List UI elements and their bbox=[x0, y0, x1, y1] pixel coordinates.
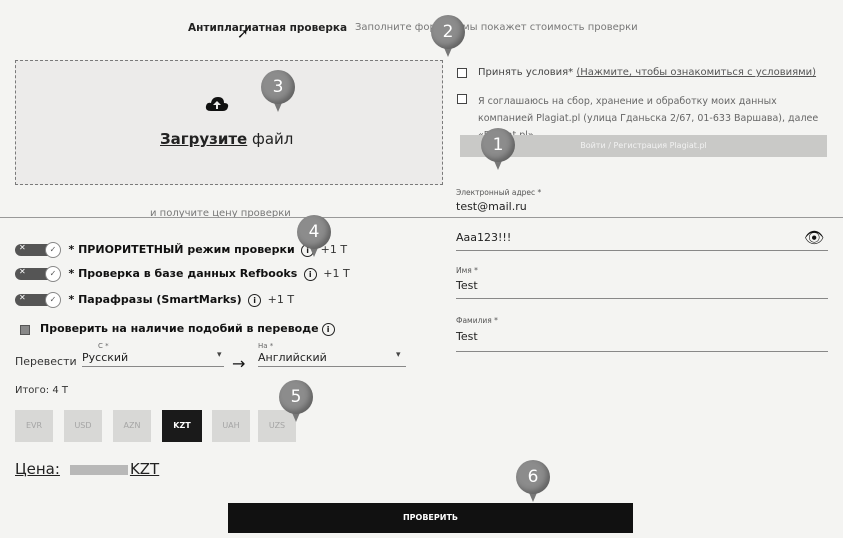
upload-link[interactable]: Загрузите bbox=[160, 130, 247, 148]
consent-checkbox[interactable] bbox=[457, 94, 467, 104]
info-icon[interactable]: i bbox=[321, 322, 335, 336]
login-register-button[interactable]: Войти / Регистрация Plagiat.pl bbox=[460, 135, 827, 157]
last-name-label: Фамилия * bbox=[456, 316, 498, 325]
chevron-down-icon: ▾ bbox=[217, 350, 222, 360]
from-underline bbox=[82, 366, 224, 367]
first-name-label: Имя * bbox=[456, 266, 478, 275]
marker-pin-5: 5 bbox=[279, 380, 313, 424]
translate-label: Перевести bbox=[15, 355, 77, 368]
marker-pin-2: 2 bbox=[431, 15, 465, 59]
translation-checkbox[interactable] bbox=[20, 325, 30, 335]
price-display: Цена: KZT bbox=[15, 460, 159, 478]
page-title: Антиплагиатная проверка bbox=[188, 22, 348, 34]
refbooks-option: ✕ ✓ * Проверка в базе данных Refbooks i +… bbox=[15, 266, 350, 282]
check-icon: ✓ bbox=[45, 266, 61, 282]
paraphrase-option: ✕ ✓ * Парафразы (SmartMarks) i +1 Т bbox=[15, 292, 294, 308]
currency-evr-button[interactable]: EVR bbox=[15, 410, 53, 442]
to-language-select[interactable]: Английский bbox=[258, 351, 327, 364]
currency-usd-button[interactable]: USD bbox=[64, 410, 102, 442]
terms-link[interactable]: (Нажмите, чтобы ознакомиться с условиями… bbox=[576, 67, 816, 78]
marker-pin-4: 4 bbox=[297, 215, 331, 259]
from-label: С * bbox=[98, 342, 109, 350]
refbooks-label: * Проверка в базе данных Refbooks bbox=[68, 267, 298, 280]
page-subtitle: Заполните форму и мы покажет стоимость п… bbox=[355, 22, 638, 33]
toggle-off-icon: ✕ bbox=[19, 267, 26, 276]
check-button[interactable]: ПРОВЕРИТЬ bbox=[228, 503, 633, 533]
currency-kzt-button[interactable]: KZT bbox=[162, 410, 202, 442]
to-label: На * bbox=[258, 342, 274, 350]
email-field[interactable]: test@mail.ru bbox=[456, 200, 527, 213]
marker-pin-1: 1 bbox=[481, 128, 515, 172]
email-label: Электронный адрес * bbox=[456, 188, 542, 197]
upload-label[interactable]: Загрузите файл bbox=[160, 130, 293, 148]
eye-icon[interactable]: 👁 bbox=[804, 228, 824, 247]
from-language-select[interactable]: Русский bbox=[82, 351, 128, 364]
accept-terms-label: Принять условия* (Нажмите, чтобы ознаком… bbox=[478, 67, 816, 78]
check-icon: ✓ bbox=[45, 292, 61, 308]
upload-dropzone[interactable] bbox=[15, 60, 443, 185]
price-label: Цена: bbox=[15, 460, 60, 478]
info-icon[interactable]: i bbox=[248, 293, 262, 307]
section-divider bbox=[0, 217, 843, 218]
password-underline bbox=[456, 250, 828, 251]
price-value-redacted bbox=[69, 464, 128, 475]
paraphrase-price: +1 Т bbox=[267, 293, 295, 306]
password-field[interactable]: Aaa123!!! bbox=[456, 231, 511, 244]
to-underline bbox=[258, 366, 406, 367]
currency-azn-button[interactable]: AZN bbox=[113, 410, 151, 442]
refbooks-toggle[interactable]: ✕ ✓ bbox=[15, 266, 65, 282]
upload-text: файл bbox=[247, 130, 294, 148]
check-icon: ✓ bbox=[45, 242, 61, 258]
first-name-underline bbox=[456, 298, 828, 299]
last-name-field[interactable]: Test bbox=[456, 330, 478, 343]
priority-label: * ПРИОРИТЕТНЫЙ режим проверки bbox=[68, 243, 295, 256]
paraphrase-label: * Парафразы (SmartMarks) bbox=[68, 293, 242, 306]
arrow-right-icon: → bbox=[232, 354, 246, 373]
translation-check-label: Проверить на наличие подобий в переводе i bbox=[40, 322, 338, 336]
cloud-upload-icon bbox=[205, 97, 229, 111]
total-label: Итого: 4 Т bbox=[15, 385, 68, 396]
paraphrase-toggle[interactable]: ✕ ✓ bbox=[15, 292, 65, 308]
first-name-field[interactable]: Test bbox=[456, 279, 478, 292]
marker-pin-3: 3 bbox=[261, 70, 295, 114]
toggle-off-icon: ✕ bbox=[19, 243, 26, 252]
marker-pin-6: 6 bbox=[516, 460, 550, 504]
accept-terms-checkbox[interactable] bbox=[457, 68, 467, 78]
accept-terms-prefix: Принять условия* bbox=[478, 67, 577, 78]
price-currency: KZT bbox=[129, 460, 160, 478]
chevron-down-icon: ▾ bbox=[396, 350, 401, 360]
currency-uah-button[interactable]: UAH bbox=[212, 410, 250, 442]
toggle-off-icon: ✕ bbox=[19, 293, 26, 302]
last-name-underline bbox=[456, 351, 828, 352]
cursor-icon: ➚ bbox=[237, 26, 249, 42]
refbooks-price: +1 Т bbox=[323, 267, 350, 280]
priority-toggle[interactable]: ✕ ✓ bbox=[15, 242, 65, 258]
info-icon[interactable]: i bbox=[303, 267, 317, 281]
